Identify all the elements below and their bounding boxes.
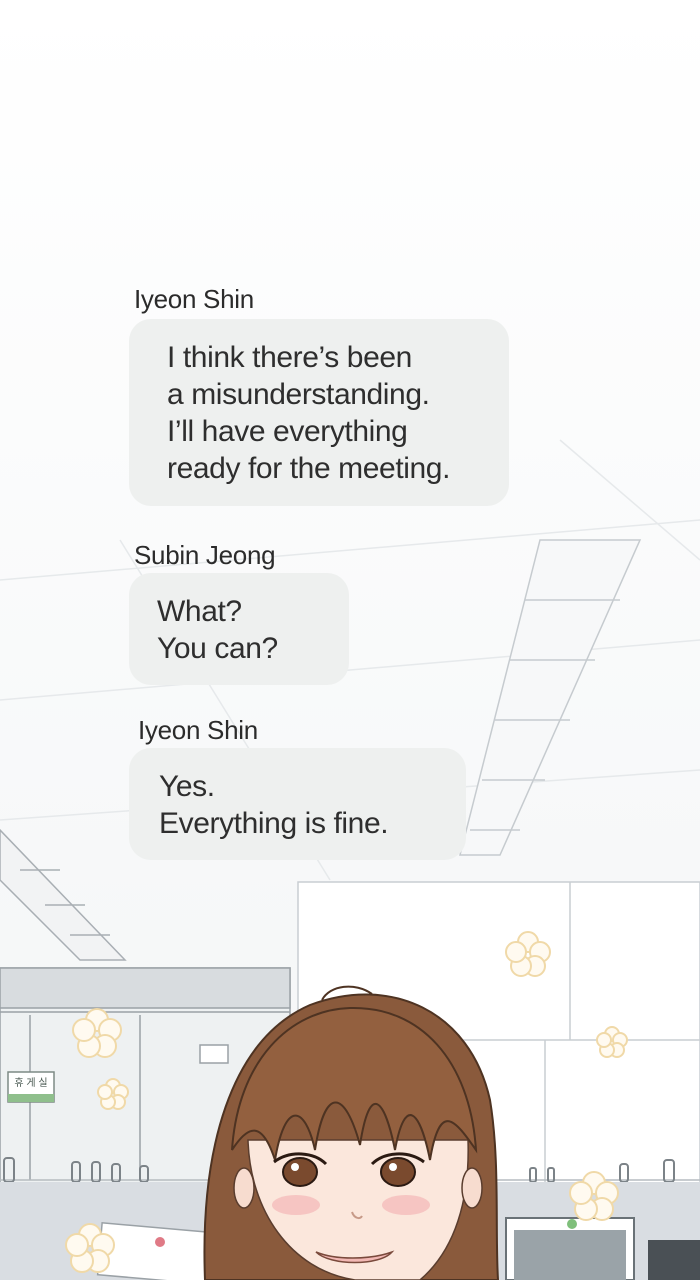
bubble-text-line: ready for the meeting. xyxy=(167,452,451,485)
bubble-text-line: I think there’s been xyxy=(167,341,412,374)
bubble-text-line: You can? xyxy=(157,632,278,665)
speech-bubble: Yes. Everything is fine. xyxy=(129,748,466,860)
sender-name: Subin Jeong xyxy=(134,540,276,570)
sender-name: Iyeon Shin xyxy=(138,715,258,745)
speech-bubble: I think there’s been a misunderstanding.… xyxy=(129,319,509,506)
bubble-text-line: Yes. xyxy=(159,770,215,803)
bubble-text-line: What? xyxy=(157,595,242,628)
office-background xyxy=(0,0,700,1280)
speech-bubble: What? You can? xyxy=(129,573,349,685)
sender-name: Iyeon Shin xyxy=(134,284,254,314)
bubble-text-line: Everything is fine. xyxy=(159,807,389,840)
lounge-sign-text: 휴 게 실 xyxy=(14,1078,48,1089)
bubble-text-line: I’ll have everything xyxy=(167,415,408,448)
bubble-text-line: a misunderstanding. xyxy=(167,378,430,411)
